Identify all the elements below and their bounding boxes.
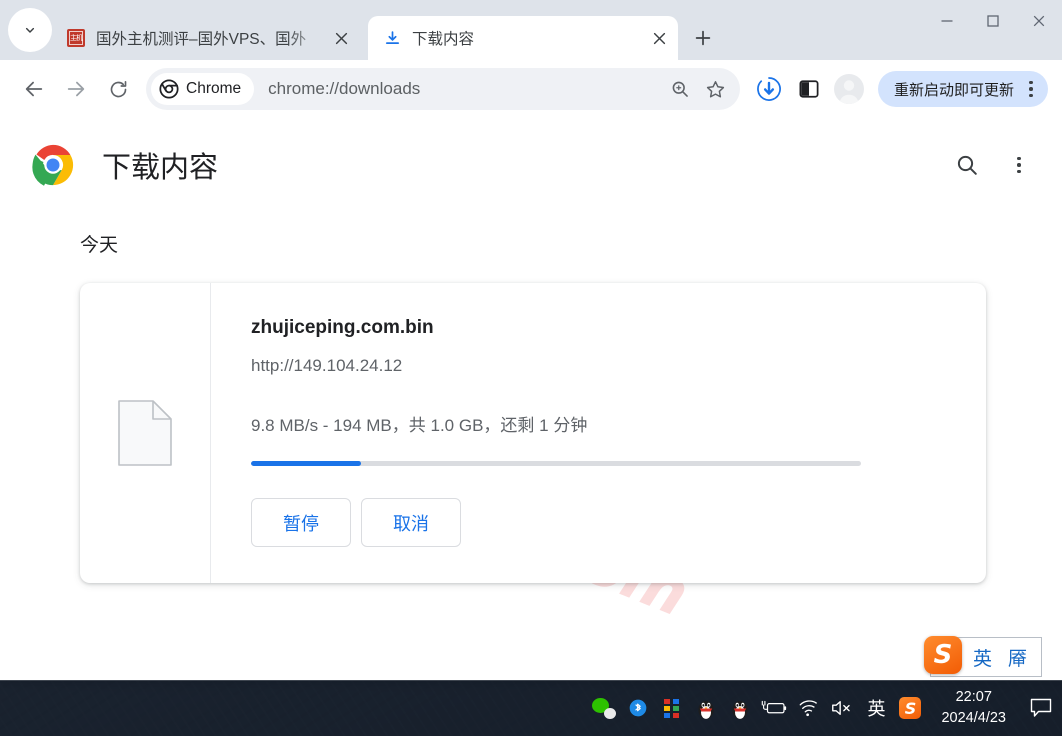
close-icon: [335, 32, 347, 44]
download-status-text: 9.8 MB/s - 194 MB，共 1.0 GB，还剩 1 分钟: [251, 416, 588, 435]
side-panel-icon: [799, 80, 819, 98]
tab-title-0: 国外主机测评–国外VPS、国外: [96, 31, 307, 48]
close-window-button[interactable]: [1016, 0, 1062, 42]
ime-language-icon[interactable]: 英: [859, 686, 893, 730]
battery-charging-icon[interactable]: [757, 686, 791, 730]
search-icon: [957, 155, 977, 175]
address-bar[interactable]: Chrome chrome://downloads: [146, 68, 740, 110]
tab-search-button[interactable]: [8, 8, 52, 52]
wechat-icon[interactable]: [587, 686, 621, 730]
download-source-url[interactable]: http://149.104.24.12: [251, 356, 956, 376]
minimize-icon: [941, 20, 953, 22]
close-icon: [1033, 15, 1045, 27]
system-tray: 英 S 22:07 2024/4/23: [587, 686, 1062, 730]
browser-window: 主机 国外主机测评–国外VPS、国外 下载内容 Chrome chrome://…: [0, 0, 1062, 681]
file-icon-column: [80, 283, 211, 583]
update-button[interactable]: 重新启动即可更新: [877, 71, 1048, 107]
pause-button[interactable]: 暂停: [251, 498, 351, 547]
downloads-page: zhujiceping.com 下载内容: [0, 118, 1062, 681]
downloads-page-header: 下载内容: [0, 118, 1062, 186]
tab-close-button-1[interactable]: [646, 25, 672, 51]
sogou-logo-small: S: [899, 697, 922, 719]
bookmark-star-icon[interactable]: [698, 71, 734, 107]
generic-file-icon: [118, 400, 172, 466]
arrow-left-icon: [25, 81, 43, 97]
chevron-down-icon: [25, 27, 35, 33]
sogou-logo-icon[interactable]: S: [924, 636, 962, 674]
update-button-label: 重新启动即可更新: [893, 81, 1014, 99]
new-tab-button[interactable]: [686, 21, 720, 55]
chrome-mono-icon: [159, 79, 179, 99]
clock[interactable]: 22:07 2024/4/23: [941, 687, 1006, 729]
sogou-ime-floating-bar[interactable]: S 英 厣: [924, 636, 1042, 677]
avatar: [833, 74, 864, 104]
url-text: chrome://downloads: [268, 79, 421, 98]
close-icon: [653, 32, 665, 44]
reload-icon: [110, 80, 126, 97]
section-label-today: 今天: [80, 235, 119, 256]
sogou-tray-icon[interactable]: S: [893, 686, 927, 730]
download-progress-fill: [251, 461, 361, 466]
downloads-header-actions: [948, 146, 1038, 184]
forward-button[interactable]: [56, 69, 96, 109]
profile-avatar-button[interactable]: [830, 70, 868, 108]
color-dots-icon[interactable]: [655, 686, 689, 730]
favicon-text: 主机: [70, 33, 83, 42]
downloads-menu-button[interactable]: [1000, 146, 1038, 184]
bluetooth-icon[interactable]: [621, 686, 655, 730]
page-title: 下载内容: [102, 152, 219, 184]
notification-icon[interactable]: [1020, 686, 1062, 730]
plus-icon: [695, 30, 711, 46]
three-dot-menu-icon: [1008, 154, 1030, 176]
taskbar: 英 S 22:07 2024/4/23: [0, 680, 1062, 736]
volume-muted-icon[interactable]: [825, 686, 859, 730]
back-button[interactable]: [14, 69, 54, 109]
side-panel-button[interactable]: [790, 70, 828, 108]
wifi-icon[interactable]: [791, 686, 825, 730]
download-progress-bar: [251, 461, 861, 466]
reload-button[interactable]: [98, 69, 138, 109]
tab-item-1[interactable]: 下载内容: [368, 16, 678, 60]
zoom-search-icon[interactable]: [662, 71, 698, 107]
maximize-icon: [987, 15, 999, 27]
ime-mode-label[interactable]: 英: [973, 644, 992, 671]
chrome-logo: [32, 144, 74, 186]
downloads-tray-icon: [757, 77, 781, 101]
download-actions: 暂停 取消: [251, 498, 956, 547]
qq-icon-2[interactable]: [723, 686, 757, 730]
chrome-chip-label: Chrome: [186, 80, 242, 97]
three-dot-menu-icon[interactable]: [1020, 78, 1042, 100]
maximize-button[interactable]: [970, 0, 1016, 42]
search-downloads-button[interactable]: [948, 146, 986, 184]
cancel-button[interactable]: 取消: [361, 498, 461, 547]
ime-glyph-label[interactable]: 厣: [1008, 644, 1027, 671]
arrow-right-icon: [67, 81, 85, 97]
chrome-chip[interactable]: Chrome: [151, 73, 255, 105]
browser-toolbar: Chrome chrome://downloads 重新启动即可更新: [0, 60, 1062, 118]
red-seal-favicon: 主机: [66, 28, 86, 48]
qq-icon-1[interactable]: [689, 686, 723, 730]
download-item-details: zhujiceping.com.bin http://149.104.24.12…: [211, 283, 986, 583]
tab-strip: 主机 国外主机测评–国外VPS、国外 下载内容: [0, 0, 1062, 60]
clock-date: 2024/4/23: [941, 710, 1006, 726]
download-icon: [382, 28, 402, 48]
download-item-card[interactable]: zhujiceping.com.bin http://149.104.24.12…: [80, 283, 986, 583]
window-controls: [924, 0, 1062, 44]
tab-item-0[interactable]: 主机 国外主机测评–国外VPS、国外: [52, 16, 360, 60]
downloads-tray-button[interactable]: [750, 70, 788, 108]
clock-time: 22:07: [955, 688, 992, 705]
tab-close-button-0[interactable]: [328, 25, 354, 51]
tab-title-1: 下载内容: [412, 31, 475, 48]
download-file-name: zhujiceping.com.bin: [251, 317, 434, 338]
minimize-button[interactable]: [924, 0, 970, 42]
